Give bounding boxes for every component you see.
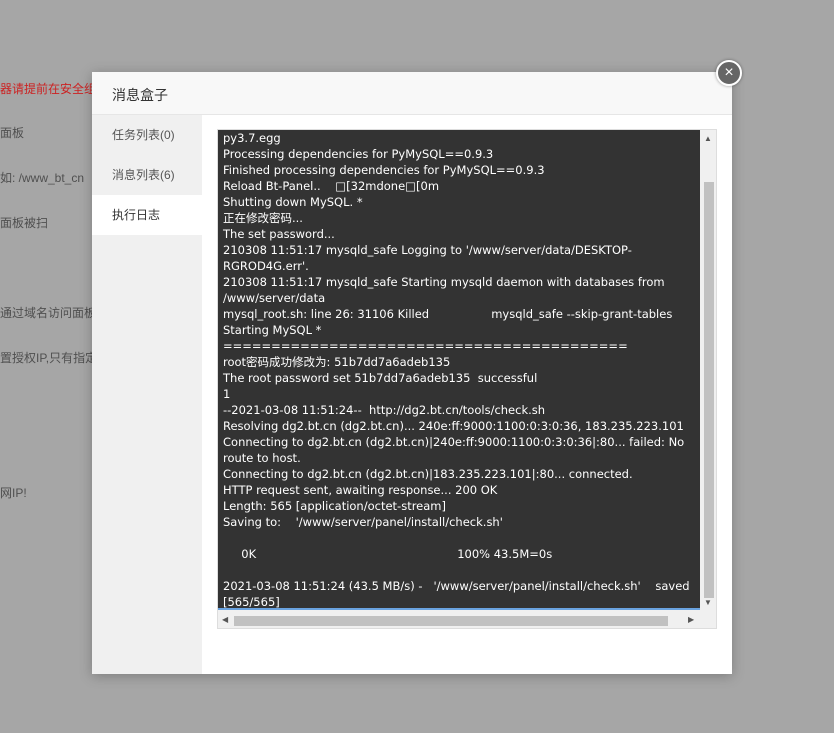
log-line: Resolving dg2.bt.cn (dg2.bt.cn)... 240e:… xyxy=(223,419,684,433)
log-line: The set password... xyxy=(223,227,335,241)
scroll-right-icon[interactable]: ▶ xyxy=(688,615,694,624)
background-text: 面板被扫 xyxy=(0,216,49,230)
log-line: Shutting down MySQL. * xyxy=(223,195,363,209)
log-line: route to host. xyxy=(223,451,301,465)
background-text: 通过域名访问面板! xyxy=(0,306,100,320)
dialog-header: 消息盒子 xyxy=(92,72,732,115)
log-line: 2021-03-08 11:51:24 (43.5 MB/s) - '/www/… xyxy=(223,579,690,593)
log-line: RGROD4G.err'. xyxy=(223,259,309,273)
log-line: [565/565] xyxy=(223,595,280,609)
log-line: Connecting to dg2.bt.cn (dg2.bt.cn)|183.… xyxy=(223,467,633,481)
log-line: 210308 11:51:17 mysqld_safe Logging to '… xyxy=(223,243,632,257)
background-text: 网IP! xyxy=(0,486,27,500)
horizontal-scrollbar[interactable]: ◀ ▶ xyxy=(218,612,716,628)
scroll-up-icon[interactable]: ▲ xyxy=(704,134,712,143)
sidebar-item-message-list[interactable]: 消息列表(6) xyxy=(92,155,202,195)
horizontal-scroll-thumb[interactable] xyxy=(234,616,668,626)
log-line: 210308 11:51:17 mysqld_safe Starting mys… xyxy=(223,275,665,289)
message-box-dialog: 消息盒子 任务列表(0) 消息列表(6) 执行日志 py3.7.egg Proce… xyxy=(92,72,732,674)
background-text: 置授权IP,只有指定 xyxy=(0,351,98,365)
log-line: Starting MySQL * xyxy=(223,323,322,337)
log-line: Finished processing dependencies for PyM… xyxy=(223,163,545,177)
dialog-sidebar: 任务列表(0) 消息列表(6) 执行日志 xyxy=(92,115,202,674)
log-line: Length: 565 [application/octet-stream] xyxy=(223,499,446,513)
log-line: HTTP request sent, awaiting response... … xyxy=(223,483,498,497)
background-text: 面板 xyxy=(0,126,25,140)
background-text: 如: /www_bt_cn xyxy=(0,171,85,185)
log-line: The root password set 51b7dd7a6adeb135 s… xyxy=(223,371,538,385)
log-line: /www/server/data xyxy=(223,291,326,305)
log-line: py3.7.egg xyxy=(223,131,281,145)
log-line: 正在修改密码... xyxy=(223,211,303,225)
background-warning-text: 器请提前在安全组 xyxy=(0,82,97,96)
log-line: Saving to: '/www/server/panel/install/ch… xyxy=(223,515,503,529)
sidebar-item-task-list[interactable]: 任务列表(0) xyxy=(92,115,202,155)
log-line: Processing dependencies for PyMySQL==0.9… xyxy=(223,147,494,161)
log-line: 0K 100% 43.5M=0s xyxy=(223,547,553,561)
log-panel: py3.7.egg Processing dependencies for PyM… xyxy=(217,129,717,629)
scroll-left-icon[interactable]: ◀ xyxy=(222,615,228,624)
vertical-scrollbar[interactable]: ▲ ▼ xyxy=(700,130,716,610)
log-line: 1 xyxy=(223,387,231,401)
log-line: Connecting to dg2.bt.cn (dg2.bt.cn)|240e… xyxy=(223,435,685,449)
log-textarea[interactable]: py3.7.egg Processing dependencies for PyM… xyxy=(218,130,700,610)
sidebar-item-execution-log[interactable]: 执行日志 xyxy=(92,195,202,235)
log-line: ========================================… xyxy=(223,339,628,353)
scroll-down-icon[interactable]: ▼ xyxy=(704,598,712,607)
vertical-scroll-thumb[interactable] xyxy=(704,182,714,598)
log-line: root密码成功修改为: 51b7dd7a6adeb135 xyxy=(223,355,451,369)
log-line: --2021-03-08 11:51:24-- http://dg2.bt.cn… xyxy=(223,403,546,417)
dialog-title: 消息盒子 xyxy=(112,87,168,103)
close-button[interactable]: × xyxy=(716,60,742,86)
close-icon: × xyxy=(724,64,734,81)
log-line: Reload Bt-Panel.. □[32mdone□[0m xyxy=(223,179,440,193)
log-line: mysql_root.sh: line 26: 31106 Killed mys… xyxy=(223,307,673,321)
